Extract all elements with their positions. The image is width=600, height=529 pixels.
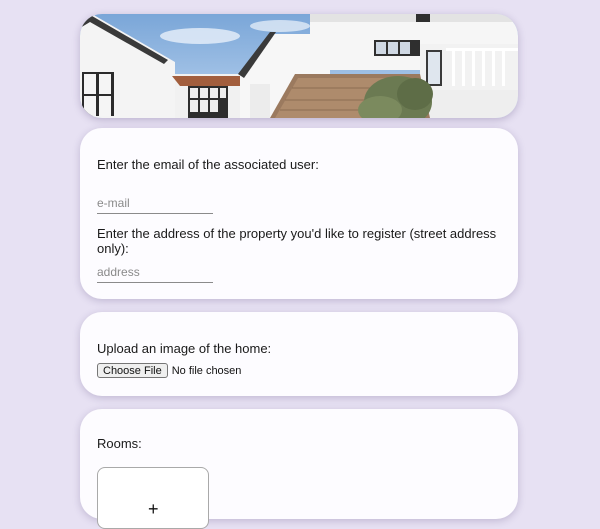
email-field[interactable] <box>97 193 213 214</box>
house-photo <box>80 14 518 118</box>
house-hero-image <box>80 14 518 118</box>
address-prompt: Enter the address of the property you'd … <box>97 226 497 256</box>
owner-address-card: Enter the email of the associated user: … <box>80 128 518 299</box>
image-upload-prompt: Upload an image of the home: <box>97 341 272 356</box>
rooms-label: Rooms: <box>97 436 142 451</box>
file-picker[interactable]: Choose File No file chosen <box>97 363 241 378</box>
choose-file-button[interactable]: Choose File <box>97 363 168 378</box>
image-upload-card: Upload an image of the home: Choose File… <box>80 312 518 396</box>
email-prompt: Enter the email of the associated user: <box>97 157 319 172</box>
address-field[interactable] <box>97 262 213 283</box>
add-room-button[interactable]: + <box>97 467 209 529</box>
file-status-text: No file chosen <box>171 364 242 377</box>
